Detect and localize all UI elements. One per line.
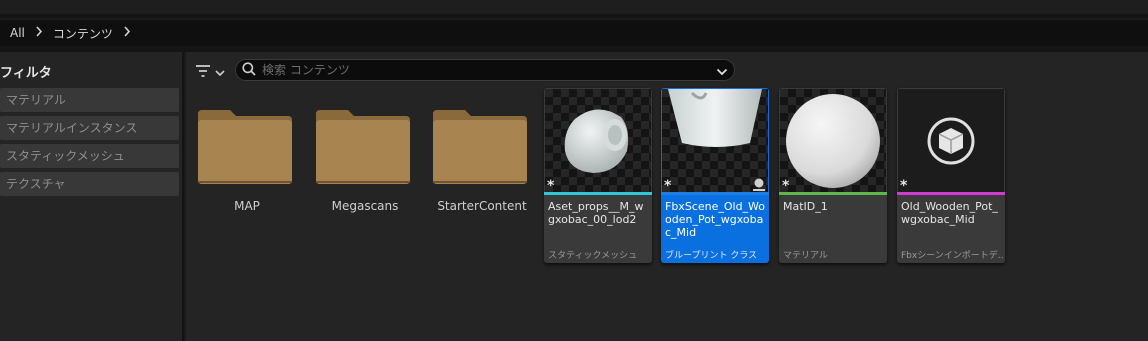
- breadcrumb-contents[interactable]: コンテンツ: [53, 25, 113, 42]
- asset-tile-fbx-scene-import[interactable]: * Old_Wooden_Pot_wgxobac_Mid Fbxシーンインポート…: [897, 88, 1005, 263]
- breadcrumb: All コンテンツ: [0, 20, 1148, 46]
- asset-type: ブループリント クラス: [665, 251, 758, 261]
- chevron-right-icon[interactable]: [35, 25, 43, 41]
- folder-icon: [198, 110, 292, 184]
- top-strip: [0, 0, 1148, 18]
- folder-icon: [316, 110, 410, 184]
- search-input[interactable]: [262, 63, 702, 77]
- filter-item-material-instance[interactable]: マテリアルインスタンス: [0, 116, 179, 140]
- chevron-down-icon[interactable]: [716, 63, 728, 82]
- asset-name: FbxScene_Old_Wooden_Pot_wgxobac_Mid: [665, 200, 766, 239]
- breadcrumb-all[interactable]: All: [10, 26, 25, 40]
- asset-thumbnail: [780, 89, 886, 193]
- asset-type-colorbar: [661, 192, 769, 195]
- asset-type: スタティックメッシュ: [548, 251, 638, 261]
- search-icon: [242, 61, 256, 80]
- filter-panel: フィルタ マテリアル マテリアルインスタンス スタティックメッシュ テクスチャ: [0, 52, 184, 341]
- folder-map[interactable]: MAP: [192, 88, 302, 228]
- asset-tile-material[interactable]: * MatID_1 マテリアル: [779, 88, 887, 263]
- asset-type-colorbar: [779, 192, 887, 195]
- asset-tile-static-mesh[interactable]: * Aset_props__M_wgxobac_00_lod2 スタティックメッ…: [544, 88, 652, 263]
- filter-item-material[interactable]: マテリアル: [0, 88, 179, 112]
- asset-thumbnail: [898, 89, 1004, 193]
- filter-item-texture[interactable]: テクスチャ: [0, 172, 179, 196]
- folder-icon: [433, 110, 527, 184]
- folder-name: Megascans: [331, 199, 399, 213]
- asset-thumbnail: [545, 89, 651, 193]
- folder-megascans[interactable]: Megascans: [310, 88, 420, 228]
- asset-type-colorbar: [897, 192, 1005, 195]
- content-browser: MAP Megascans StarterContent: [186, 52, 1148, 341]
- folder-name: StarterContent: [437, 199, 527, 213]
- asset-name: MatID_1: [783, 200, 828, 213]
- filter-icon: [196, 62, 210, 81]
- filter-title: フィルタ: [0, 66, 52, 81]
- asset-tile-blueprint[interactable]: * FbxScene_Old_Wooden_Pot_wgxobac_Mid ブル…: [661, 88, 769, 263]
- folder-name: MAP: [234, 199, 260, 213]
- asset-type-colorbar: [544, 192, 652, 195]
- chevron-right-icon[interactable]: [123, 25, 131, 41]
- asset-type: Fbxシーンインポートデ...: [901, 251, 1003, 261]
- chevron-down-icon: [215, 62, 225, 81]
- folder-startercontent[interactable]: StarterContent: [427, 88, 537, 228]
- asset-name: Aset_props__M_wgxobac_00_lod2: [548, 200, 644, 226]
- asset-type: マテリアル: [783, 251, 828, 261]
- asset-name: Old_Wooden_Pot_wgxobac_Mid: [901, 200, 998, 226]
- filter-item-static-mesh[interactable]: スタティックメッシュ: [0, 144, 179, 168]
- search-box: [235, 59, 735, 81]
- filter-dropdown-button[interactable]: [196, 62, 226, 80]
